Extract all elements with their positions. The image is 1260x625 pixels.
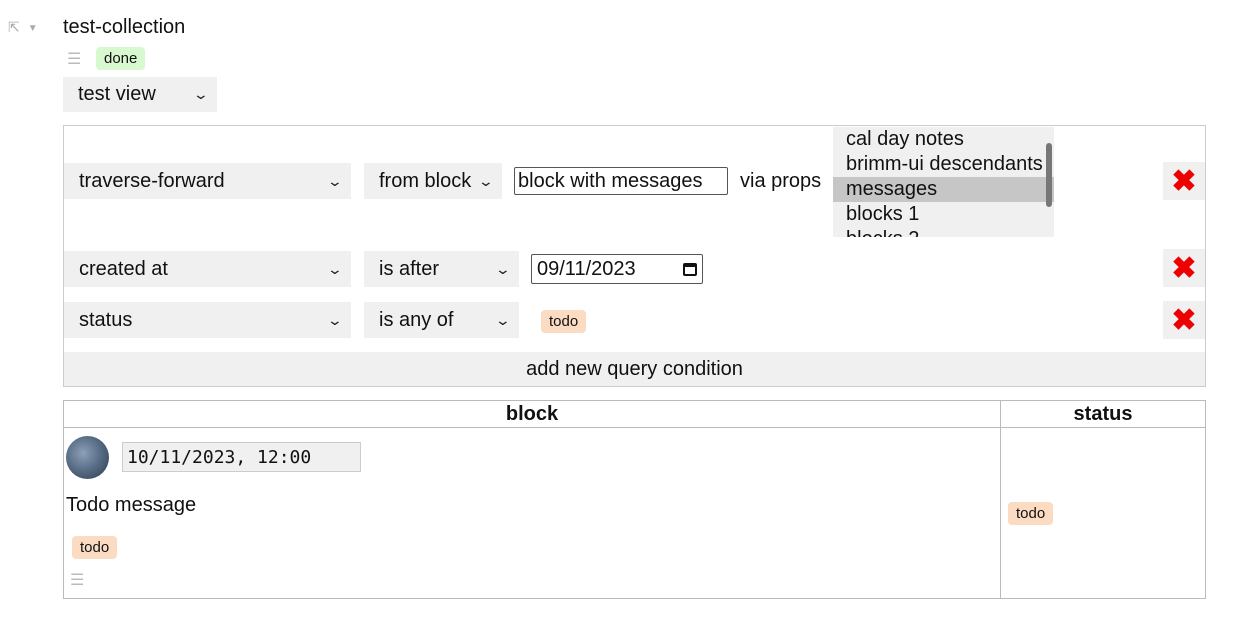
results-table: block status 10/11/2023, 12:00 Todo mess… bbox=[63, 400, 1206, 599]
props-option[interactable]: brimm-ui descendants bbox=[833, 152, 1054, 177]
condition-1-field-value: traverse-forward bbox=[79, 169, 225, 192]
condition-2-operator-select[interactable]: is after ⌄ bbox=[364, 251, 519, 287]
view-select[interactable]: test view ⌄ bbox=[63, 77, 217, 112]
delete-condition-1-button[interactable]: ✖ bbox=[1163, 162, 1205, 200]
via-props-label: via props bbox=[740, 170, 822, 192]
table-row: 10/11/2023, 12:00 Todo message todo ☰ to… bbox=[63, 427, 1206, 599]
view-select-value: test view bbox=[78, 83, 156, 105]
add-query-condition-button[interactable]: add new query condition bbox=[64, 352, 1205, 386]
condition-2-field-value: created at bbox=[79, 257, 168, 280]
column-header-block[interactable]: block bbox=[63, 400, 1001, 428]
condition-1-field-select[interactable]: traverse-forward ⌄ bbox=[64, 163, 351, 199]
condition-1-operator-select[interactable]: from block ⌄ bbox=[364, 163, 502, 199]
condition-3-operator-value: is any of bbox=[379, 308, 454, 331]
page-title: test-collection bbox=[63, 16, 186, 38]
collapse-caret-icon[interactable]: ▼ bbox=[28, 19, 38, 39]
menu-icon[interactable]: ☰ bbox=[70, 570, 84, 590]
condition-2-date-input[interactable]: 09/11/2023 bbox=[531, 254, 703, 284]
status-cell: todo bbox=[1000, 427, 1206, 599]
block-cell: 10/11/2023, 12:00 Todo message todo ☰ bbox=[63, 427, 1001, 599]
close-icon: ✖ bbox=[1171, 164, 1197, 198]
condition-1-block-input[interactable]: block with messages bbox=[514, 167, 728, 195]
message-status-tag[interactable]: todo bbox=[72, 536, 118, 559]
table-header-row: block status bbox=[63, 400, 1206, 428]
props-option-selected[interactable]: messages bbox=[833, 177, 1054, 202]
props-listbox-scrollbar[interactable] bbox=[1046, 143, 1052, 207]
props-option[interactable]: blocks 2 bbox=[833, 227, 1054, 237]
column-header-status[interactable]: status bbox=[1000, 400, 1206, 428]
timestamp-field[interactable]: 10/11/2023, 12:00 bbox=[122, 442, 361, 472]
header-icons: ⇱ ▼ bbox=[8, 19, 38, 39]
condition-2-operator-value: is after bbox=[379, 257, 440, 280]
close-icon: ✖ bbox=[1171, 251, 1197, 285]
chevron-down-icon: ⌄ bbox=[326, 311, 344, 328]
close-icon: ✖ bbox=[1171, 303, 1197, 337]
chevron-down-icon: ⌄ bbox=[477, 172, 495, 189]
message-text[interactable]: Todo message bbox=[66, 494, 196, 517]
condition-3-value-tag[interactable]: todo bbox=[541, 310, 587, 333]
calendar-icon[interactable] bbox=[683, 262, 697, 276]
navigate-up-icon[interactable]: ⇱ bbox=[8, 19, 20, 39]
chevron-down-icon: ⌄ bbox=[494, 260, 512, 277]
props-option[interactable]: cal day notes bbox=[833, 127, 1054, 152]
delete-condition-3-button[interactable]: ✖ bbox=[1163, 301, 1205, 339]
condition-1-block-input-value: block with messages bbox=[518, 169, 703, 192]
condition-3-operator-select[interactable]: is any of ⌄ bbox=[364, 302, 519, 338]
row-status-tag[interactable]: todo bbox=[1008, 502, 1054, 525]
chevron-down-icon: ⌄ bbox=[192, 86, 210, 102]
condition-2-field-select[interactable]: created at ⌄ bbox=[64, 251, 351, 287]
status-badge[interactable]: done bbox=[96, 47, 146, 70]
chevron-down-icon: ⌄ bbox=[326, 172, 344, 189]
props-listbox[interactable]: cal day notes brimm-ui descendants messa… bbox=[833, 127, 1054, 237]
condition-1-operator-value: from block bbox=[379, 169, 472, 192]
chevron-down-icon: ⌄ bbox=[326, 260, 344, 277]
condition-2-date-value: 09/11/2023 bbox=[537, 257, 636, 280]
menu-icon[interactable]: ☰ bbox=[67, 49, 81, 69]
condition-3-field-select[interactable]: status ⌄ bbox=[64, 302, 351, 338]
delete-condition-2-button[interactable]: ✖ bbox=[1163, 249, 1205, 287]
avatar[interactable] bbox=[66, 436, 109, 479]
chevron-down-icon: ⌄ bbox=[494, 311, 512, 328]
condition-3-field-value: status bbox=[79, 308, 133, 331]
props-option[interactable]: blocks 1 bbox=[833, 202, 1054, 227]
